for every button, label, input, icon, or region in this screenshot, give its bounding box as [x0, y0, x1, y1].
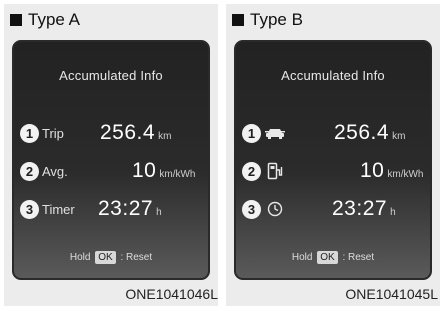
- car-trip-icon: [264, 123, 286, 143]
- avg-value: 10: [360, 159, 385, 182]
- hint-reset: : Reset: [342, 252, 375, 263]
- charging-station-icon: [264, 161, 286, 181]
- type-a-trip-row: 1 Trip 256.4 km: [20, 118, 204, 148]
- type-b-cluster-screen: Accumulated Info 1 256.4 km 2 10 km/kWh …: [234, 40, 432, 280]
- type-b-trip-row: 1 256.4 km: [242, 118, 426, 148]
- trip-unit: km: [158, 131, 172, 142]
- timer-value: 23:27: [332, 197, 388, 220]
- trip-value: 256.4: [334, 121, 390, 144]
- type-a-header: Type A: [10, 9, 80, 31]
- type-b-image-code: ONE1041045L: [345, 286, 438, 302]
- clock-icon: [264, 199, 286, 219]
- timer-unit: h: [156, 207, 162, 218]
- type-a-header-label: Type A: [28, 10, 80, 29]
- type-b-header-label: Type B: [250, 10, 303, 29]
- timer-unit: h: [390, 207, 396, 218]
- type-b-timer-row: 3 23:27 h: [242, 194, 426, 224]
- type-b-reset-hint: Hold OK : Reset: [236, 251, 430, 264]
- timer-value-group: 23:27 h: [98, 197, 162, 221]
- type-b-header: Type B: [232, 9, 303, 31]
- number-1-icon: 1: [242, 123, 261, 143]
- avg-value: 10: [132, 159, 157, 182]
- hint-hold: Hold: [291, 252, 313, 263]
- type-a-reset-hint: Hold OK : Reset: [14, 251, 208, 264]
- trip-label: Trip: [42, 125, 64, 141]
- hint-hold: Hold: [69, 252, 91, 263]
- type-a-cluster-screen: Accumulated Info 1 Trip 256.4 km 2 Avg. …: [12, 40, 210, 280]
- type-a-panel: Type A Accumulated Info 1 Trip 256.4 km …: [4, 4, 218, 306]
- avg-label: Avg.: [42, 163, 68, 179]
- type-a-title: Accumulated Info: [59, 68, 163, 83]
- number-2-icon: 2: [20, 161, 39, 181]
- hint-reset: : Reset: [120, 252, 153, 263]
- type-b-title: Accumulated Info: [281, 68, 385, 83]
- type-b-avg-row: 2 10 km/kWh: [242, 156, 426, 186]
- trip-value: 256.4: [100, 121, 156, 144]
- avg-value-group: 10 km/kWh: [360, 159, 423, 183]
- number-1-icon: 1: [20, 123, 39, 143]
- trip-value-group: 256.4 km: [100, 121, 171, 145]
- avg-value-group: 10 km/kWh: [132, 159, 195, 183]
- figure: Type A Accumulated Info 1 Trip 256.4 km …: [0, 0, 440, 311]
- trip-unit: km: [392, 131, 406, 142]
- type-a-timer-row: 3 Timer 23:27 h: [20, 194, 204, 224]
- ok-key: OK: [317, 251, 338, 264]
- type-a-image-code: ONE1041046L: [125, 286, 218, 302]
- ok-key: OK: [95, 251, 116, 264]
- type-b-panel: Type B Accumulated Info 1 256.4 km 2 10 …: [226, 4, 440, 306]
- square-bullet-icon: [232, 14, 244, 26]
- timer-value: 23:27: [98, 197, 154, 220]
- type-a-avg-row: 2 Avg. 10 km/kWh: [20, 156, 204, 186]
- square-bullet-icon: [10, 14, 22, 26]
- avg-unit: km/kWh: [159, 169, 196, 180]
- number-3-icon: 3: [242, 199, 261, 219]
- avg-unit: km/kWh: [387, 169, 424, 180]
- number-2-icon: 2: [242, 161, 261, 181]
- number-3-icon: 3: [20, 199, 39, 219]
- timer-value-group: 23:27 h: [332, 197, 396, 221]
- trip-value-group: 256.4 km: [334, 121, 405, 145]
- timer-label: Timer: [42, 201, 75, 217]
